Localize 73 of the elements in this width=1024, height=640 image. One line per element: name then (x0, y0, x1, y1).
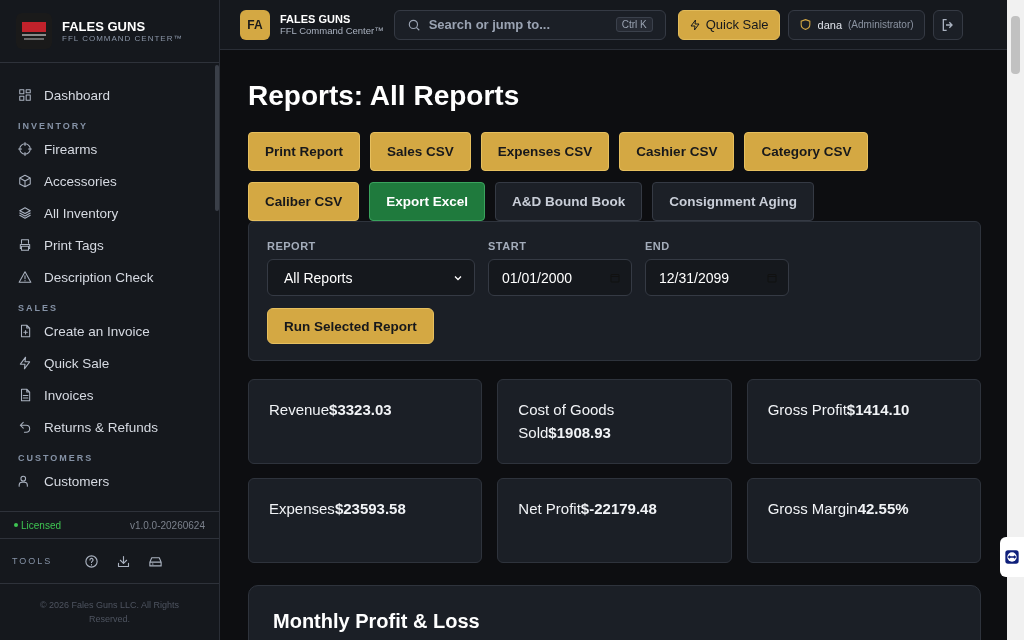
nav-item[interactable]: Customers (18, 465, 219, 497)
lightning-icon (18, 356, 32, 370)
nav-item[interactable]: Accessories (18, 165, 219, 197)
undo-icon (18, 420, 32, 434)
search-input[interactable]: Search or jump to... (428, 17, 616, 32)
nav-item[interactable]: All Inventory (18, 197, 219, 229)
nav-item[interactable]: Description Check (18, 261, 219, 293)
shield-icon (798, 18, 812, 31)
arrows-icon (1004, 549, 1020, 565)
version-label: v1.0.0-20260624 (129, 519, 205, 531)
section-title: Monthly Profit & Loss (273, 610, 481, 633)
stat-text: Cost of Goods Sold$1908.93 (518, 401, 615, 441)
nav-item[interactable]: Quick Sale (18, 347, 219, 379)
nav-item[interactable]: Print Tags (18, 229, 219, 261)
box-icon (18, 174, 32, 188)
report-button[interactable]: Consignment Aging (652, 182, 815, 221)
logout-button[interactable] (932, 9, 963, 40)
date-field[interactable]: 12/31/2099 (645, 259, 789, 296)
license-status: Licensed (14, 519, 62, 531)
file-plus-icon (18, 324, 32, 338)
stat-text: Expenses$23593.58 (269, 500, 406, 517)
document-icon (18, 388, 32, 402)
tools-label: TOOLS (12, 556, 54, 566)
report-button[interactable]: Caliber CSV (248, 182, 360, 221)
user-menu[interactable]: dana (Administrator) (787, 9, 925, 40)
brand-subtitle: FFL COMMAND CENTER™ (62, 34, 183, 43)
grid-icon (18, 88, 32, 102)
user-name: dana (817, 18, 842, 31)
report-button[interactable]: A&D Bound Book (495, 182, 643, 221)
remote-support-tab[interactable] (1000, 537, 1024, 577)
nav-section-label: SALES (18, 303, 59, 313)
run-report-button[interactable]: Run Selected Report (267, 308, 434, 344)
help-icon[interactable] (84, 553, 99, 569)
brand-name: FALES GUNS (62, 19, 147, 34)
stat-text: Net Profit$-22179.48 (518, 500, 657, 517)
warning-icon (18, 270, 32, 284)
nav-section-label: CUSTOMERS (18, 453, 95, 463)
user-role: (Administrator) (848, 19, 914, 30)
report-button[interactable]: Sales CSV (370, 132, 471, 171)
stat-text: Revenue$3323.03 (269, 401, 392, 418)
shortcut-hint: Ctrl K (615, 17, 653, 32)
nav-item[interactable]: Firearms (18, 133, 219, 165)
scrollbar-thumb[interactable] (215, 65, 219, 211)
nav-item[interactable]: Dashboard (18, 79, 219, 111)
nav-item[interactable]: Returns & Refunds (18, 411, 219, 443)
layers-icon (18, 206, 32, 220)
app-title: FALES GUNS (280, 13, 352, 25)
brand-badge: FA (240, 9, 270, 40)
stat-text: Gross Margin42.55% (767, 500, 909, 517)
report-button[interactable]: Expenses CSV (480, 132, 610, 171)
crosshair-icon (18, 142, 32, 156)
scrollbar[interactable] (1007, 0, 1024, 640)
app-subtitle: FFL Command Center™ (280, 25, 384, 36)
download-icon[interactable] (116, 553, 131, 569)
field-label: REPORT (267, 240, 317, 252)
date-field[interactable]: 01/01/2000 (488, 259, 632, 296)
report-button[interactable]: Cashier CSV (619, 132, 735, 171)
nav-section-label: INVENTORY (18, 121, 89, 131)
search-field[interactable]: Search or jump to... Ctrl K (393, 9, 666, 40)
report-select[interactable]: All Reports (267, 259, 475, 296)
stat-text: Gross Profit$1414.10 (767, 401, 910, 418)
printer-icon (18, 238, 32, 252)
page-title: Reports: All Reports (248, 80, 521, 112)
nav-item[interactable]: Invoices (18, 379, 219, 411)
report-button[interactable]: Export Excel (369, 182, 486, 221)
nav-item[interactable]: Create an Invoice (18, 315, 219, 347)
field-label: END (645, 240, 671, 252)
quick-sale-button[interactable]: Quick Sale (677, 9, 780, 40)
report-button[interactable]: Category CSV (744, 132, 869, 171)
field-label: START (488, 240, 528, 252)
search-icon (406, 17, 421, 32)
report-button[interactable]: Print Report (248, 132, 360, 171)
lightning-icon (688, 18, 701, 31)
